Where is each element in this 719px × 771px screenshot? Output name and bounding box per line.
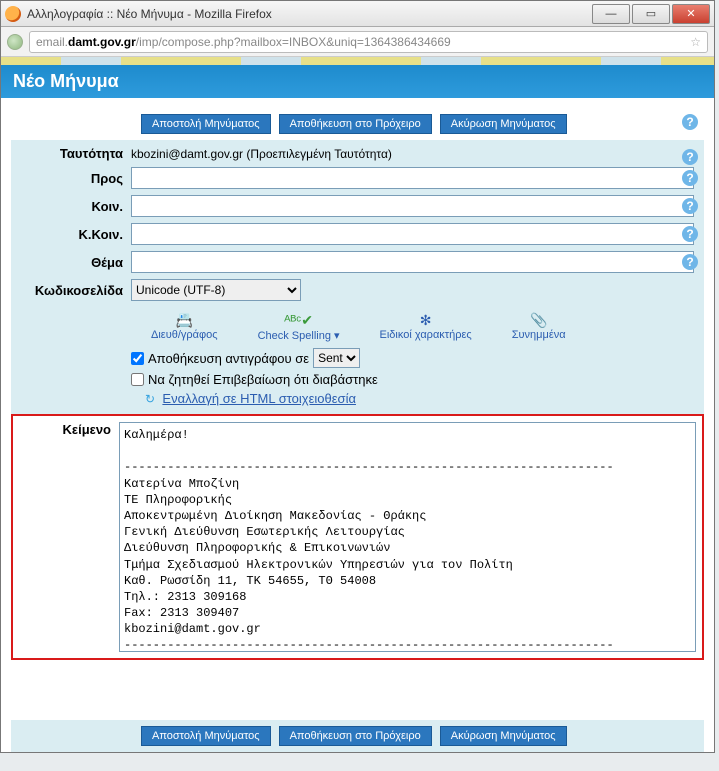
site-identity-icon[interactable] (7, 34, 23, 50)
bcc-input[interactable] (131, 223, 694, 245)
window-controls: — ▭ ✕ (592, 4, 710, 24)
send-button[interactable]: Αποστολή Μηνύματος (141, 726, 271, 746)
dropdown-icon: ▾ (331, 330, 340, 342)
address-bar[interactable]: email. damt.gov.gr /imp/compose.php?mail… (29, 31, 708, 53)
maximize-button[interactable]: ▭ (632, 4, 670, 24)
cc-input[interactable] (131, 195, 694, 217)
identity-row: Ταυτότητα kbozini@damt.gov.gr (Προεπιλεγ… (21, 146, 694, 161)
identity-value: kbozini@damt.gov.gr (Προεπιλεγμένη Ταυτό… (131, 147, 694, 161)
to-label: Προς (21, 171, 131, 186)
special-chars-icon: ✻ (420, 311, 432, 329)
save-copy-checkbox[interactable] (131, 352, 144, 365)
attachments-label: Συνημμένα (512, 329, 566, 341)
close-button[interactable]: ✕ (672, 4, 710, 24)
html-toggle-link[interactable]: Εναλλαγή σε HTML στοιχειοθεσία (162, 391, 356, 406)
help-icon[interactable]: ? (682, 226, 698, 242)
addressbook-icon: 📇 (176, 311, 193, 329)
encoding-label: Κωδικοσελίδα (21, 283, 131, 298)
minimize-button[interactable]: — (592, 4, 630, 24)
help-icon[interactable]: ? (682, 198, 698, 214)
help-icon[interactable]: ? (682, 170, 698, 186)
help-icon[interactable]: ? (682, 149, 698, 165)
paperclip-icon: 📎 (530, 311, 547, 329)
bcc-row: Κ.Κοιν. ? (21, 223, 694, 245)
bcc-label: Κ.Κοιν. (21, 227, 131, 242)
addressbook-tool[interactable]: 📇 Διευθ/γράφος (151, 311, 218, 342)
window-title: Αλληλογραφία :: Νέο Μήνυμα - Mozilla Fir… (27, 7, 272, 21)
bottom-button-row: Αποστολή Μηνύματος Αποθήκευση στο Πρόχει… (11, 720, 704, 752)
special-chars-tool[interactable]: ✻ Ειδικοί χαρακτήρες (380, 311, 472, 342)
cc-row: Κοιν. ? (21, 195, 694, 217)
message-body-area: Κείμενο (11, 414, 704, 660)
help-icon[interactable]: ? (682, 114, 698, 130)
read-receipt-checkbox[interactable] (131, 373, 144, 386)
persona-stripe (1, 57, 714, 65)
save-folder-select[interactable]: Sent (313, 348, 360, 368)
save-draft-button[interactable]: Αποθήκευση στο Πρόχειρο (279, 726, 432, 746)
url-prefix: email. (36, 35, 68, 49)
content-area: Αποστολή Μηνύματος Αποθήκευση στο Πρόχει… (1, 98, 714, 752)
firefox-icon (5, 6, 21, 22)
to-input[interactable] (131, 167, 694, 189)
attachments-tool[interactable]: 📎 Συνημμένα (512, 311, 566, 342)
titlebar: Αλληλογραφία :: Νέο Μήνυμα - Mozilla Fir… (1, 1, 714, 27)
spellcheck-tool[interactable]: ᴬᴮᶜ✔ Check Spelling ▾ (258, 311, 340, 342)
url-path: /imp/compose.php?mailbox=INBOX&uniq=1364… (136, 35, 451, 49)
help-icon[interactable]: ? (682, 254, 698, 270)
bookmark-star-icon[interactable]: ☆ (690, 35, 701, 49)
send-button[interactable]: Αποστολή Μηνύματος (141, 114, 271, 134)
spacer (11, 660, 704, 720)
message-body-textarea[interactable] (119, 422, 696, 652)
browser-window: Αλληλογραφία :: Νέο Μήνυμα - Mozilla Fir… (0, 0, 715, 753)
cc-label: Κοιν. (21, 199, 131, 214)
save-copy-row: Αποθήκευση αντιγράφου σε Sent (131, 346, 694, 370)
subject-label: Θέμα (21, 255, 131, 270)
compose-toolbar: 📇 Διευθ/γράφος ᴬᴮᶜ✔ Check Spelling ▾ ✻ Ε… (21, 307, 694, 346)
read-receipt-label: Να ζητηθεί Επιβεβαίωση ότι διαβάστηκε (148, 372, 378, 387)
cancel-button[interactable]: Ακύρωση Μηνύματος (440, 114, 567, 134)
page-title: Νέο Μήνυμα (1, 65, 714, 98)
spellcheck-icon: ᴬᴮᶜ✔ (284, 311, 313, 329)
address-bar-row: email. damt.gov.gr /imp/compose.php?mail… (1, 27, 714, 57)
spellcheck-label: Check Spelling (258, 330, 331, 342)
refresh-icon: ↻ (145, 392, 155, 406)
subject-input[interactable] (131, 251, 694, 273)
body-label: Κείμενο (19, 422, 119, 652)
compose-form: Ταυτότητα kbozini@damt.gov.gr (Προεπιλεγ… (11, 140, 704, 414)
save-copy-label: Αποθήκευση αντιγράφου σε (148, 351, 309, 366)
url-host: damt.gov.gr (68, 35, 136, 49)
special-chars-label: Ειδικοί χαρακτήρες (380, 329, 472, 341)
html-toggle-row: ↻ Εναλλαγή σε HTML στοιχειοθεσία (145, 389, 694, 408)
top-button-row: Αποστολή Μηνύματος Αποθήκευση στο Πρόχει… (11, 108, 704, 140)
addressbook-label: Διευθ/γράφος (151, 329, 218, 341)
encoding-row: Κωδικοσελίδα Unicode (UTF-8) (21, 279, 694, 301)
encoding-select[interactable]: Unicode (UTF-8) (131, 279, 301, 301)
subject-row: Θέμα ? (21, 251, 694, 273)
cancel-button[interactable]: Ακύρωση Μηνύματος (440, 726, 567, 746)
read-receipt-row: Να ζητηθεί Επιβεβαίωση ότι διαβάστηκε (131, 370, 694, 389)
save-draft-button[interactable]: Αποθήκευση στο Πρόχειρο (279, 114, 432, 134)
identity-label: Ταυτότητα (21, 146, 131, 161)
to-row: Προς ? (21, 167, 694, 189)
